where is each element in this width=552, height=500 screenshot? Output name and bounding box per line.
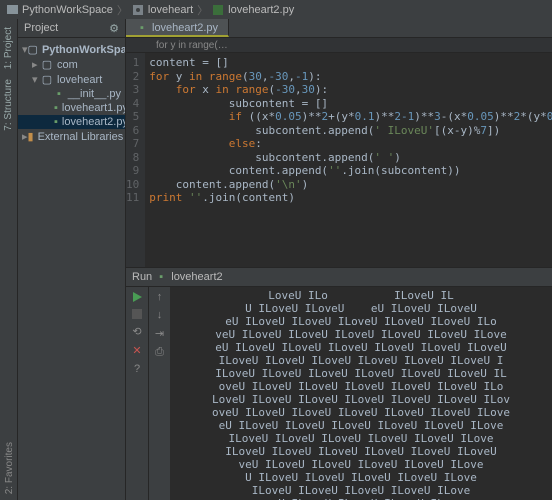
tree-file-loveheart1[interactable]: ▪loveheart1.py bbox=[18, 101, 125, 115]
run-toolbar: ⟲ ✕ ? bbox=[126, 287, 148, 500]
tree-folder-loveheart[interactable]: ▾▢loveheart bbox=[18, 72, 125, 87]
python-file-icon: ▪ bbox=[54, 88, 64, 100]
console-output[interactable]: LoveU ILo ILoveU IL U ILoveU ILoveU eU I… bbox=[170, 287, 552, 500]
run-title: Run bbox=[132, 271, 152, 283]
help-icon[interactable]: ? bbox=[134, 363, 140, 375]
python-file-icon: ▪ bbox=[136, 22, 148, 34]
bottom-strip: 2: Favorites bbox=[0, 380, 18, 500]
wrap-icon[interactable]: ⇥ bbox=[155, 327, 164, 340]
breadcrumb: PythonWorkSpace 〉 loveheart 〉 loveheart2… bbox=[0, 0, 552, 19]
crumb-workspace[interactable]: PythonWorkSpace bbox=[22, 4, 113, 16]
tree-file-loveheart2[interactable]: ▪loveheart2.py bbox=[18, 115, 125, 129]
folder-icon: ▢ bbox=[28, 44, 38, 56]
run-config-name: loveheart2 bbox=[171, 271, 222, 283]
library-icon: ▮ bbox=[28, 131, 34, 143]
run-panel: ⟲ ✕ ? ↑ ↓ ⇥ ⎙ LoveU ILo ILoveU IL U ILov… bbox=[126, 287, 552, 500]
project-sidebar: Project ⚙ ▾▢PythonWorkSpace E:\PythonW ▸… bbox=[18, 19, 126, 500]
sidebar-title: Project bbox=[24, 22, 58, 34]
python-file-icon: ▪ bbox=[155, 271, 167, 283]
project-tool-button[interactable]: 1: Project bbox=[3, 27, 14, 69]
python-file-icon bbox=[212, 4, 224, 16]
line-gutter: 1234567891011 bbox=[126, 53, 145, 267]
editor-breadcrumb: for y in range(… bbox=[126, 38, 552, 53]
crumb-package[interactable]: loveheart bbox=[148, 4, 193, 16]
run-tool-header: Run ▪ loveheart2 bbox=[126, 267, 552, 287]
project-tree: ▾▢PythonWorkSpace E:\PythonW ▸▢com ▾▢lov… bbox=[18, 38, 125, 148]
tree-folder-com[interactable]: ▸▢com bbox=[18, 57, 125, 72]
debug-icon[interactable]: ⟲ bbox=[132, 325, 141, 338]
tree-file-init[interactable]: ▪__init__.py bbox=[18, 87, 125, 101]
close-icon[interactable]: ✕ bbox=[132, 344, 141, 357]
stop-icon[interactable] bbox=[132, 309, 142, 319]
favorites-tool-button[interactable]: 2: Favorites bbox=[4, 442, 15, 494]
editor-area: ▪loveheart2.py for y in range(… 12345678… bbox=[126, 19, 552, 500]
gear-icon[interactable]: ⚙ bbox=[109, 22, 119, 35]
print-icon[interactable]: ⎙ bbox=[155, 346, 164, 359]
tree-external-libs[interactable]: ▸▮External Libraries bbox=[18, 129, 125, 144]
folder-icon bbox=[6, 4, 18, 16]
rerun-icon[interactable] bbox=[131, 291, 143, 303]
up-icon[interactable]: ↑ bbox=[157, 291, 163, 303]
code-text[interactable]: content = [] for y in range(30,-30,-1): … bbox=[145, 53, 552, 267]
tab-loveheart2[interactable]: ▪loveheart2.py bbox=[126, 19, 229, 37]
structure-tool-button[interactable]: 7: Structure bbox=[3, 79, 14, 131]
tree-root[interactable]: ▾▢PythonWorkSpace E:\PythonW bbox=[18, 42, 125, 57]
package-icon bbox=[132, 4, 144, 16]
run-toolbar-2: ↑ ↓ ⇥ ⎙ bbox=[148, 287, 170, 500]
down-icon[interactable]: ↓ bbox=[157, 309, 163, 321]
editor-tabs: ▪loveheart2.py bbox=[126, 19, 552, 38]
crumb-file[interactable]: loveheart2.py bbox=[228, 4, 294, 16]
code-editor[interactable]: 1234567891011 content = [] for y in rang… bbox=[126, 53, 552, 267]
